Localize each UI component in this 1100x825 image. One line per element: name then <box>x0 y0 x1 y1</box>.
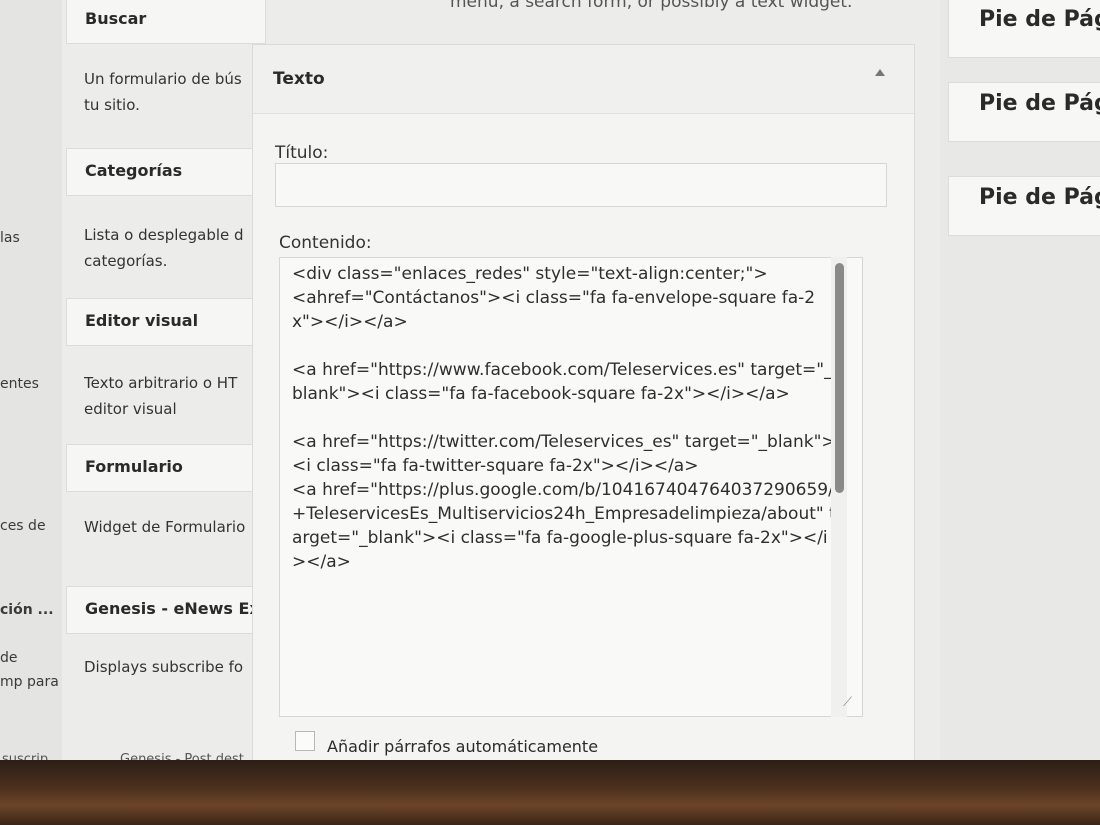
widget-description-line: Displays subscribe fo <box>84 658 244 676</box>
widget-description: Texto arbitrario o HT editor visual <box>84 370 274 422</box>
available-widgets: Buscar Un formulario de bús tu sitio. Ca… <box>62 0 272 770</box>
text-widget-panel: Texto Título: Contenido: <div class="enl… <box>252 44 915 770</box>
left-fragment: ces de <box>0 518 46 534</box>
widget-description-line: categorías. <box>84 252 168 270</box>
widget-areas: Pie de Pág Pie de Pág Pie de Pág <box>940 0 1100 770</box>
widget-editor-visual[interactable]: Editor visual <box>66 298 266 346</box>
widget-description: Displays subscribe fo <box>84 654 274 680</box>
widget-area-description: menu, a search form, or possibly a text … <box>450 0 853 12</box>
left-column-clipped: las entes ces de ción ... de mp para <box>0 0 62 770</box>
widget-description: Lista o desplegable d categorías. <box>84 222 274 274</box>
widget-description: Widget de Formulario <box>84 514 274 540</box>
area-pie-de-pagina-1[interactable]: Pie de Pág <box>948 0 1100 58</box>
widgets-screen: menu, a search form, or possibly a text … <box>0 0 1100 770</box>
resize-handle-icon[interactable]: ⟋ <box>843 695 859 713</box>
autop-checkbox[interactable] <box>295 731 315 751</box>
widget-description-line: Un formulario de bús <box>84 70 242 88</box>
content-scrollbar-thumb[interactable] <box>835 263 844 493</box>
left-fragment: ción ... <box>0 602 54 618</box>
area-pie-de-pagina-3[interactable]: Pie de Pág <box>948 176 1100 236</box>
widget-buscar[interactable]: Buscar <box>66 0 266 44</box>
area-pie-de-pagina-2[interactable]: Pie de Pág <box>948 82 1100 142</box>
widget-categorias[interactable]: Categorías <box>66 148 266 196</box>
widget-description-line: editor visual <box>84 400 177 418</box>
widget-description-line: Widget de Formulario <box>84 518 246 536</box>
widget-description-line: Texto arbitrario o HT <box>84 374 238 392</box>
widget-description-line: tu sitio. <box>84 96 140 114</box>
title-label: Título: <box>275 143 329 163</box>
autop-label: Añadir párrafos automáticamente <box>327 737 599 756</box>
collapse-arrow-icon[interactable] <box>875 69 885 76</box>
left-fragment: entes <box>0 376 39 392</box>
widget-genesis-enews[interactable]: Genesis - eNews Ex <box>66 586 266 634</box>
left-fragment: mp para <box>0 674 59 690</box>
monitor-bezel-background <box>0 760 1100 825</box>
content-code: <div class="enlaces_redes" style="text-a… <box>292 264 836 572</box>
text-widget-header[interactable]: Texto <box>253 45 914 114</box>
left-fragment: las <box>0 230 20 246</box>
widget-description: Un formulario de bús tu sitio. <box>84 66 274 118</box>
content-label: Contenido: <box>279 233 372 253</box>
widget-description-line: Lista o desplegable d <box>84 226 244 244</box>
text-widget-title: Texto <box>273 69 325 89</box>
title-input[interactable] <box>275 163 887 207</box>
content-textarea[interactable]: <div class="enlaces_redes" style="text-a… <box>279 257 863 717</box>
left-fragment: de <box>0 650 18 666</box>
widget-formulario[interactable]: Formulario <box>66 444 266 492</box>
